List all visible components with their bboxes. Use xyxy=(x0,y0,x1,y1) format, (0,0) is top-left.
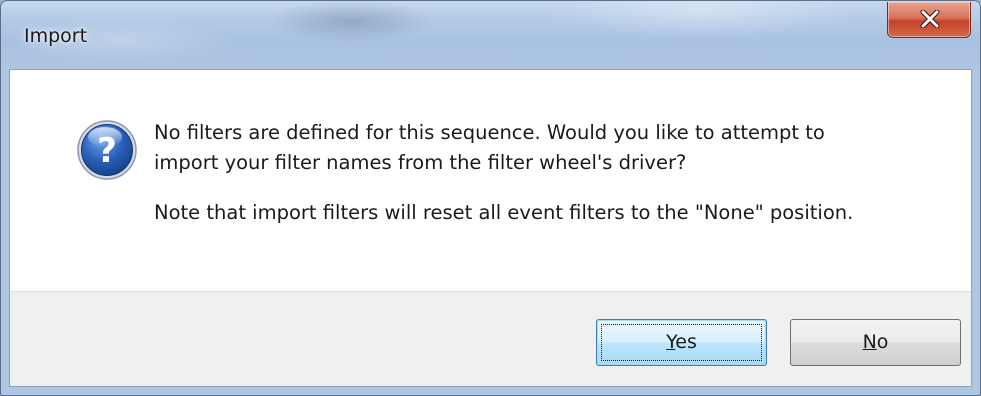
yes-button[interactable]: Yes xyxy=(596,319,767,366)
message-line-2: import your filter names from the filter… xyxy=(154,151,687,174)
title-bar[interactable]: Import xyxy=(1,1,980,69)
yes-accelerator: Y xyxy=(666,331,676,353)
yes-label-rest: es xyxy=(675,331,697,353)
message-line-1: No filters are defined for this sequence… xyxy=(154,121,825,144)
message-note: Note that import filters will reset all … xyxy=(154,201,854,224)
close-icon xyxy=(920,10,940,28)
dialog-client-area: ? No filters are defined for this sequen… xyxy=(9,69,972,387)
window-title: Import xyxy=(24,25,88,47)
question-icon: ? xyxy=(77,120,137,180)
no-button[interactable]: No xyxy=(790,319,961,366)
dialog-message: No filters are defined for this sequence… xyxy=(154,118,954,228)
button-bar: Yes No xyxy=(10,291,971,386)
svg-text:?: ? xyxy=(97,131,117,171)
no-label-rest: o xyxy=(876,331,889,353)
import-dialog-window: Import ? No filters are defined for this… xyxy=(0,0,981,396)
no-accelerator: N xyxy=(862,331,877,353)
close-button[interactable] xyxy=(887,2,971,38)
message-area: ? No filters are defined for this sequen… xyxy=(10,70,971,291)
